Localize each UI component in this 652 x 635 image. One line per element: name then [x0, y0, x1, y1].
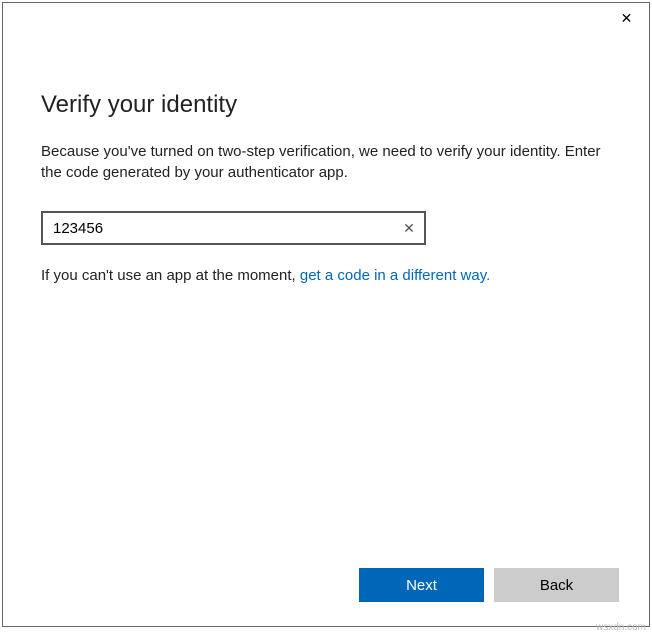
- next-button[interactable]: Next: [359, 568, 484, 602]
- clear-input-button[interactable]: ✕: [396, 215, 422, 241]
- code-input-wrapper: ✕: [41, 211, 426, 245]
- titlebar: ✕: [3, 3, 649, 33]
- clear-icon: ✕: [403, 220, 415, 237]
- verification-code-input[interactable]: [41, 211, 426, 245]
- page-title: Verify your identity: [41, 91, 611, 119]
- close-button[interactable]: ✕: [604, 3, 649, 33]
- instruction-text: Because you've turned on two-step verifi…: [41, 141, 611, 183]
- dialog-footer: Next Back: [359, 568, 619, 602]
- alternate-code-link[interactable]: get a code in a different way.: [300, 267, 490, 284]
- close-icon: ✕: [621, 10, 633, 27]
- dialog-content: Verify your identity Because you've turn…: [3, 33, 649, 284]
- verify-identity-dialog: ✕ Verify your identity Because you've tu…: [2, 2, 650, 627]
- back-button[interactable]: Back: [494, 568, 619, 602]
- help-prefix: If you can't use an app at the moment,: [41, 267, 300, 284]
- watermark: wsxdn.com: [596, 622, 646, 633]
- help-text: If you can't use an app at the moment, g…: [41, 267, 611, 284]
